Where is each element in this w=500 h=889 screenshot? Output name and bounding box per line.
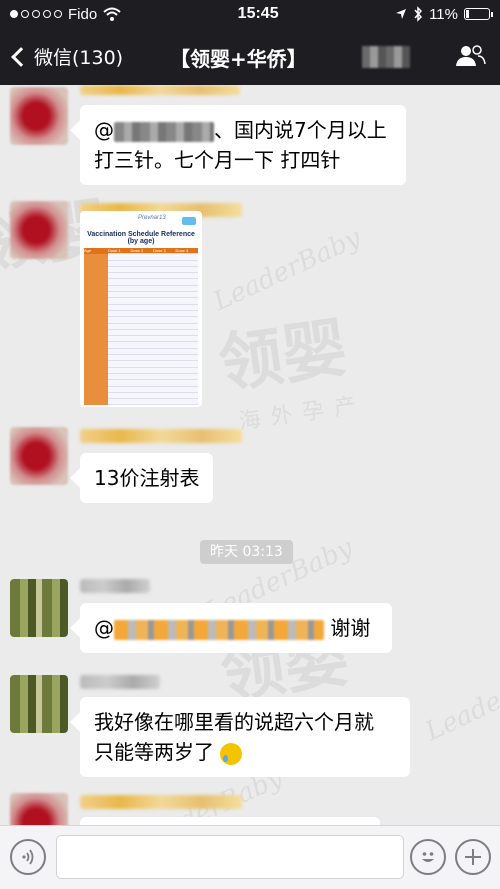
sender-name-redacted <box>80 85 240 95</box>
people-icon[interactable] <box>454 44 486 68</box>
back-button[interactable]: 微信(130) <box>0 43 123 70</box>
input-bar <box>0 825 500 889</box>
top-bar: Fido 15:45 11% 微信(130) 【领婴+华侨】 <box>0 0 500 85</box>
schedule-cell <box>84 399 108 406</box>
image-logo: Prevnar13 <box>138 215 166 221</box>
battery-icon <box>464 8 493 20</box>
chat-area[interactable]: LeaderBaby 领婴 海外孕产 LeaderBaby 领婴 海外孕产 领婴… <box>0 85 500 825</box>
status-bar: Fido 15:45 11% <box>0 0 500 28</box>
message-text: 谢谢 <box>330 616 371 640</box>
avatar[interactable] <box>10 675 68 733</box>
image-logo-mark <box>182 217 196 225</box>
message-text-line1: 、国内说7个月以上 <box>214 118 387 142</box>
emoji-icon <box>422 852 434 862</box>
battery-percent: 11% <box>429 5 458 23</box>
message-text-line2: 打三针。七个月一下 打四针 <box>94 148 341 172</box>
sender-name-redacted <box>80 675 160 689</box>
bluetooth-icon <box>414 6 423 22</box>
schedule-table: Age Dose 1 Dose 2 Dose 3 Dose 4 <box>84 248 198 406</box>
crying-emoji-icon <box>220 742 243 765</box>
mention-redacted <box>114 121 214 142</box>
schedule-cell <box>153 399 176 406</box>
image-message[interactable]: Prevnar13 Vaccination Schedule Reference… <box>80 211 202 407</box>
message-bubble[interactable]: @ 、国内说7个月以上 打三针。七个月一下 打四针 <box>80 105 406 185</box>
plus-icon <box>465 849 481 865</box>
sender-name-redacted <box>80 795 242 809</box>
image-title: Vaccination Schedule Reference (by age) <box>87 231 195 245</box>
avatar[interactable] <box>10 579 68 637</box>
avatar[interactable] <box>10 201 68 259</box>
nav-bar: 微信(130) 【领婴+华侨】 <box>0 28 500 85</box>
message-bubble[interactable]: 我好像在哪里看的说超六个月就 只能等两岁了 <box>80 697 410 777</box>
sender-name-redacted <box>80 579 150 593</box>
message-bubble[interactable]: 13价注射表 <box>80 453 214 503</box>
message-input[interactable] <box>56 835 404 879</box>
add-button[interactable] <box>455 839 491 875</box>
timestamp: 昨天 03:13 <box>200 540 293 564</box>
message-text-line2: 只能等两岁了 <box>94 740 214 764</box>
carrier-label: Fido <box>68 5 98 23</box>
signal-dots-icon <box>10 10 62 18</box>
chevron-left-icon <box>11 46 31 67</box>
location-arrow-icon <box>396 9 407 19</box>
status-time: 15:45 <box>237 5 279 22</box>
schedule-cell <box>130 399 153 406</box>
schedule-cell <box>175 399 198 406</box>
wifi-icon <box>103 7 121 21</box>
schedule-cell <box>108 399 131 406</box>
avatar[interactable] <box>10 87 68 145</box>
title-redacted <box>362 46 410 68</box>
avatar[interactable] <box>10 427 68 485</box>
mention-redacted <box>114 619 324 640</box>
message-text-line1: 我好像在哪里看的说超六个月就 <box>94 710 374 734</box>
voice-button[interactable] <box>10 839 46 875</box>
chat-title: 【领婴+华侨】 <box>170 47 307 71</box>
back-label: 微信(130) <box>34 47 124 69</box>
message-bubble[interactable]: @ 谢谢 <box>80 603 392 653</box>
schedule-row <box>84 399 198 406</box>
message-text: 13价注射表 <box>94 466 200 490</box>
sender-name-redacted <box>80 429 242 443</box>
avatar[interactable] <box>10 793 68 825</box>
message-bubble[interactable] <box>80 817 380 825</box>
voice-icon <box>22 849 34 865</box>
emoji-button[interactable] <box>410 839 446 875</box>
